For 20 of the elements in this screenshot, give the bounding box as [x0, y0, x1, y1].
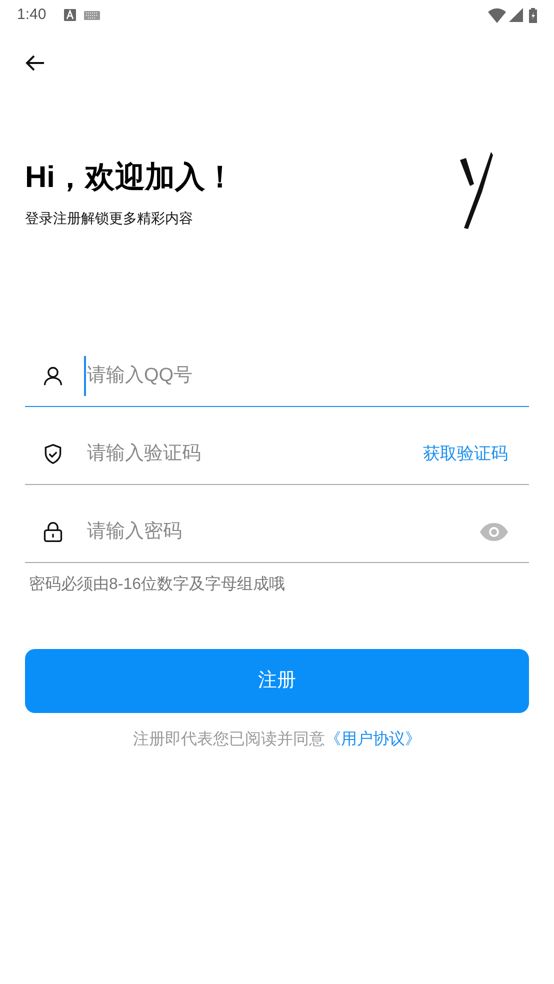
wifi-icon [488, 8, 506, 22]
lock-icon [42, 520, 64, 542]
password-hint: 密码必须由8-16位数字及字母组成哦 [28, 574, 286, 595]
status-time: 1:40 [17, 4, 46, 25]
keyboard-icon [84, 10, 100, 20]
battery-icon [529, 8, 537, 22]
verification-code-field[interactable]: 请输入验证码 [84, 434, 423, 474]
welcome-title: Hi，欢迎加入！ [25, 160, 235, 196]
logo-icon [458, 152, 494, 230]
font-icon [64, 9, 76, 21]
get-code-button[interactable]: 获取验证码 [423, 440, 508, 466]
welcome-subtitle: 登录注册解锁更多精彩内容 [25, 209, 194, 228]
password-field[interactable]: 请输入密码 [84, 512, 480, 552]
shield-check-icon [42, 442, 64, 464]
signal-icon [509, 8, 523, 22]
agreement-text: 注册即代表您已阅读并同意 [133, 730, 325, 750]
register-button[interactable]: 注册 [25, 649, 529, 713]
user-agreement-link[interactable]: 《用户协议》 [325, 728, 421, 752]
user-icon [42, 364, 64, 386]
qq-number-field[interactable]: 请输入QQ号 [84, 356, 529, 396]
